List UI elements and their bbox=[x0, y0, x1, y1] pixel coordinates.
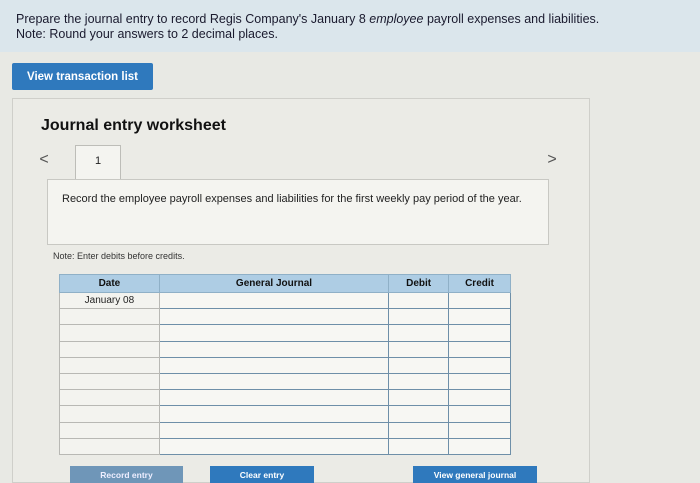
credit-input[interactable] bbox=[448, 421, 511, 439]
date-cell bbox=[59, 437, 160, 455]
record-entry-button[interactable]: Record entry bbox=[70, 466, 183, 483]
header-debit: Debit bbox=[388, 274, 450, 293]
debit-input[interactable] bbox=[388, 421, 450, 439]
debit-input[interactable] bbox=[388, 324, 450, 342]
credit-input[interactable] bbox=[448, 308, 511, 326]
table-row bbox=[59, 437, 511, 455]
table-row bbox=[59, 372, 511, 391]
date-cell bbox=[59, 308, 160, 326]
entry-description: Record the employee payroll expenses and… bbox=[47, 179, 549, 245]
debit-input[interactable] bbox=[388, 308, 450, 326]
credit-input[interactable] bbox=[448, 324, 511, 342]
journal-body: January 08 bbox=[59, 291, 511, 455]
journal-entry-worksheet: Journal entry worksheet < 1 > Record the… bbox=[12, 98, 590, 483]
instructions-note: Note: Round your answers to 2 decimal pl… bbox=[16, 27, 278, 41]
debits-credits-note: Note: Enter debits before credits. bbox=[53, 251, 185, 261]
chevron-left-icon[interactable]: < bbox=[35, 151, 53, 169]
date-cell bbox=[59, 421, 160, 439]
date-cell: January 08 bbox=[59, 291, 160, 310]
account-input[interactable] bbox=[158, 356, 390, 374]
instructions-banner: Prepare the journal entry to record Regi… bbox=[0, 0, 700, 52]
date-cell bbox=[59, 340, 160, 358]
debit-input[interactable] bbox=[388, 356, 450, 374]
debit-input[interactable] bbox=[388, 405, 450, 423]
header-date: Date bbox=[59, 274, 160, 293]
chevron-right-icon[interactable]: > bbox=[543, 151, 561, 169]
instructions-text: Prepare the journal entry to record Regi… bbox=[16, 12, 600, 26]
header-credit: Credit bbox=[448, 274, 511, 293]
debit-input[interactable] bbox=[388, 389, 450, 407]
credit-input[interactable] bbox=[448, 356, 511, 374]
journal-table: Date General Journal Debit Credit Januar… bbox=[59, 274, 511, 455]
table-row bbox=[59, 421, 511, 439]
account-input[interactable] bbox=[158, 437, 390, 455]
date-cell bbox=[59, 356, 160, 374]
view-general-journal-button[interactable]: View general journal bbox=[413, 466, 537, 483]
date-cell bbox=[59, 324, 160, 342]
debit-input[interactable] bbox=[388, 372, 450, 391]
account-input[interactable] bbox=[158, 324, 390, 342]
table-row bbox=[59, 405, 511, 423]
tab-1[interactable]: 1 bbox=[75, 145, 121, 180]
debit-input[interactable] bbox=[388, 291, 450, 310]
table-row bbox=[59, 356, 511, 374]
credit-input[interactable] bbox=[448, 389, 511, 407]
date-cell bbox=[59, 405, 160, 423]
worksheet-title: Journal entry worksheet bbox=[41, 117, 226, 134]
table-row: January 08 bbox=[59, 291, 511, 310]
account-input[interactable] bbox=[158, 291, 390, 310]
account-input[interactable] bbox=[158, 405, 390, 423]
account-input[interactable] bbox=[158, 372, 390, 391]
account-input[interactable] bbox=[158, 421, 390, 439]
instructions-emphasis: employee bbox=[369, 12, 424, 26]
debit-input[interactable] bbox=[388, 340, 450, 358]
table-row bbox=[59, 308, 511, 326]
date-cell bbox=[59, 389, 160, 407]
view-transaction-list-button[interactable]: View transaction list bbox=[12, 63, 153, 90]
credit-input[interactable] bbox=[448, 372, 511, 391]
account-input[interactable] bbox=[158, 308, 390, 326]
table-row bbox=[59, 389, 511, 407]
table-row bbox=[59, 340, 511, 358]
credit-input[interactable] bbox=[448, 291, 511, 310]
debit-input[interactable] bbox=[388, 437, 450, 455]
credit-input[interactable] bbox=[448, 437, 511, 455]
account-input[interactable] bbox=[158, 389, 390, 407]
table-row bbox=[59, 324, 511, 342]
credit-input[interactable] bbox=[448, 405, 511, 423]
credit-input[interactable] bbox=[448, 340, 511, 358]
header-general-journal: General Journal bbox=[158, 274, 390, 293]
account-input[interactable] bbox=[158, 340, 390, 358]
date-cell bbox=[59, 372, 160, 391]
clear-entry-button[interactable]: Clear entry bbox=[210, 466, 314, 483]
